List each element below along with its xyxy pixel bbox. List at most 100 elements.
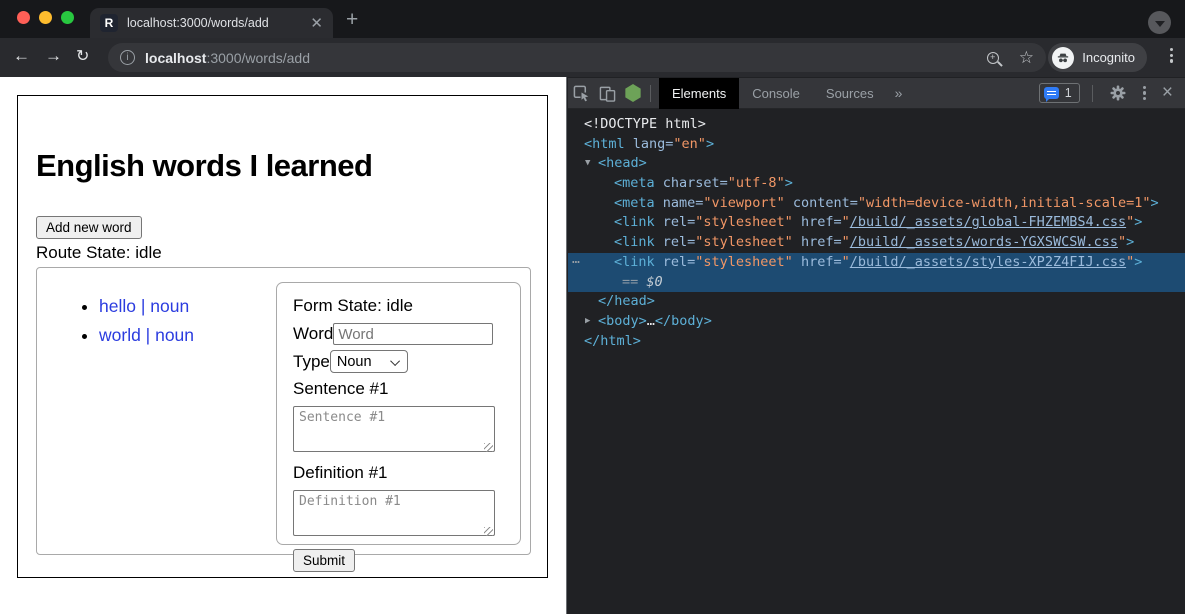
dom-node-line[interactable]: <link rel="stylesheet" href="/build/_ass… xyxy=(568,233,1185,253)
word-link[interactable]: world | noun xyxy=(99,325,194,345)
code-token-tag: <head> xyxy=(598,155,647,171)
chevron-down-icon xyxy=(390,356,400,366)
code-token-attr: rel= xyxy=(655,214,696,230)
word-input[interactable] xyxy=(333,323,493,345)
tab-search-button[interactable] xyxy=(1148,11,1171,34)
code-token-tag: > xyxy=(1134,214,1142,230)
code-token-tag: <link xyxy=(614,254,655,270)
code-token-tag: </head> xyxy=(598,293,655,309)
sentence-textarea-wrap xyxy=(293,439,495,456)
inspect-element-icon[interactable] xyxy=(568,80,594,106)
browser-menu-button[interactable] xyxy=(1170,48,1173,63)
code-token-tag: <meta xyxy=(614,195,655,211)
words-panel: hello | noun world | noun Form State: idl… xyxy=(36,267,531,555)
zoom-icon[interactable]: + xyxy=(987,52,999,64)
device-toolbar-icon[interactable] xyxy=(594,80,620,106)
badge-count: 1 xyxy=(1065,86,1072,100)
code-token-link: /build/_assets/words-YGXSWCSW.css xyxy=(850,234,1118,250)
messages-badge[interactable]: 1 xyxy=(1039,83,1080,103)
toolbar-separator xyxy=(1092,85,1093,102)
bookmark-star-icon[interactable]: ☆ xyxy=(1019,48,1034,68)
tab-title: localhost:3000/words/add xyxy=(127,16,304,30)
code-token-attr: href= xyxy=(793,214,842,230)
code-token-plain: <!DOCTYPE html> xyxy=(584,116,706,132)
code-token-val: "en" xyxy=(673,136,706,152)
settings-gear-icon[interactable] xyxy=(1105,80,1131,106)
word-label: Word xyxy=(293,324,333,344)
code-token-val: " xyxy=(1126,254,1134,270)
site-info-icon[interactable]: i xyxy=(120,50,135,65)
incognito-glyph xyxy=(1056,51,1070,65)
dom-node-selected[interactable]: …<link rel="stylesheet" href="/build/_as… xyxy=(568,253,1185,273)
devtools-tabs: ElementsConsoleSources xyxy=(659,78,887,109)
message-bubble-icon xyxy=(1044,87,1059,99)
more-tabs-button[interactable]: » xyxy=(887,85,911,101)
word-list: hello | noun world | noun xyxy=(99,296,194,354)
devtools-tab-console[interactable]: Console xyxy=(739,78,813,109)
dom-node-line[interactable]: <!DOCTYPE html> xyxy=(568,115,1185,135)
code-token-attr: href= xyxy=(793,254,842,270)
code-token-tag: > xyxy=(1126,234,1134,250)
remix-favicon-icon: R xyxy=(100,14,118,32)
code-token-tag: > xyxy=(1150,195,1158,211)
node-options-dots[interactable]: … xyxy=(572,250,580,270)
devtools-tab-elements[interactable]: Elements xyxy=(659,78,739,109)
submit-button[interactable]: Submit xyxy=(293,549,355,572)
reload-button[interactable]: ↻ xyxy=(76,46,89,66)
dom-node-line[interactable]: </html> xyxy=(568,332,1185,352)
definition-label: Definition #1 xyxy=(293,463,504,483)
address-bar[interactable]: i localhost:3000/words/add + ☆ xyxy=(108,43,1046,72)
page-title: English words I learned xyxy=(36,148,372,184)
code-token-eq1: == xyxy=(622,274,646,290)
route-state-text: Route State: idle xyxy=(36,243,162,263)
code-token-tag: <link xyxy=(614,214,655,230)
dom-node-line[interactable]: <meta charset="utf-8"> xyxy=(568,174,1185,194)
devtools-tab-sources[interactable]: Sources xyxy=(813,78,887,109)
dom-node-line[interactable]: ▶<body>…</body> xyxy=(568,312,1185,332)
new-tab-button[interactable]: + xyxy=(346,8,358,32)
dom-node-line[interactable]: <link rel="stylesheet" href="/build/_ass… xyxy=(568,213,1185,233)
toolbar-separator xyxy=(650,85,651,102)
devtools-close-icon[interactable]: × xyxy=(1158,83,1177,104)
extension-hexagon-icon[interactable] xyxy=(620,80,646,106)
type-select[interactable]: Noun xyxy=(330,350,408,373)
form-state-text: Form State: idle xyxy=(293,296,504,316)
back-button[interactable]: ← xyxy=(13,46,30,66)
devtools-menu-button[interactable] xyxy=(1139,86,1150,100)
code-token-tag: > xyxy=(706,136,714,152)
add-new-word-button[interactable]: Add new word xyxy=(36,216,142,239)
code-token-val: " xyxy=(842,214,850,230)
definition-textarea-wrap xyxy=(293,523,495,540)
code-token-attr: lang= xyxy=(625,136,674,152)
sentence-textarea[interactable] xyxy=(293,406,495,452)
code-token-attr: charset= xyxy=(655,175,728,191)
tab-close-icon[interactable]: ✕ xyxy=(310,16,323,31)
close-window-button[interactable] xyxy=(17,11,30,24)
minimize-window-button[interactable] xyxy=(39,11,52,24)
collapse-arrow-icon[interactable]: ▼ xyxy=(585,154,590,174)
definition-textarea[interactable] xyxy=(293,490,495,536)
forward-button[interactable]: → xyxy=(45,46,62,66)
dom-node-line[interactable]: <meta name="viewport" content="width=dev… xyxy=(568,194,1185,214)
dom-node-selected[interactable]: == $0 xyxy=(568,273,1185,293)
code-token-eq2: $0 xyxy=(646,274,662,290)
chevron-down-icon xyxy=(1155,21,1165,27)
type-label: Type xyxy=(293,352,330,372)
dom-node-line[interactable]: <html lang="en"> xyxy=(568,135,1185,155)
word-link[interactable]: hello | noun xyxy=(99,296,189,316)
incognito-label: Incognito xyxy=(1082,50,1135,65)
type-select-value: Noun xyxy=(337,354,372,370)
url-host: localhost xyxy=(145,50,206,66)
maximize-window-button[interactable] xyxy=(61,11,74,24)
devtools-panel: ElementsConsoleSources » 1 xyxy=(566,77,1185,614)
expand-arrow-icon[interactable]: ▶ xyxy=(585,312,590,332)
app-container: English words I learned Add new word Rou… xyxy=(17,95,548,578)
browser-tab[interactable]: R localhost:3000/words/add ✕ xyxy=(90,8,333,38)
dom-node-line[interactable]: ▼ <head> xyxy=(568,154,1185,174)
code-token-tag: <html xyxy=(584,136,625,152)
code-token-val: "stylesheet" xyxy=(695,234,793,250)
code-token-tag: > xyxy=(1134,254,1142,270)
dom-node-line[interactable]: </head> xyxy=(568,292,1185,312)
code-token-val: " xyxy=(842,254,850,270)
code-token-tag: <meta xyxy=(614,175,655,191)
